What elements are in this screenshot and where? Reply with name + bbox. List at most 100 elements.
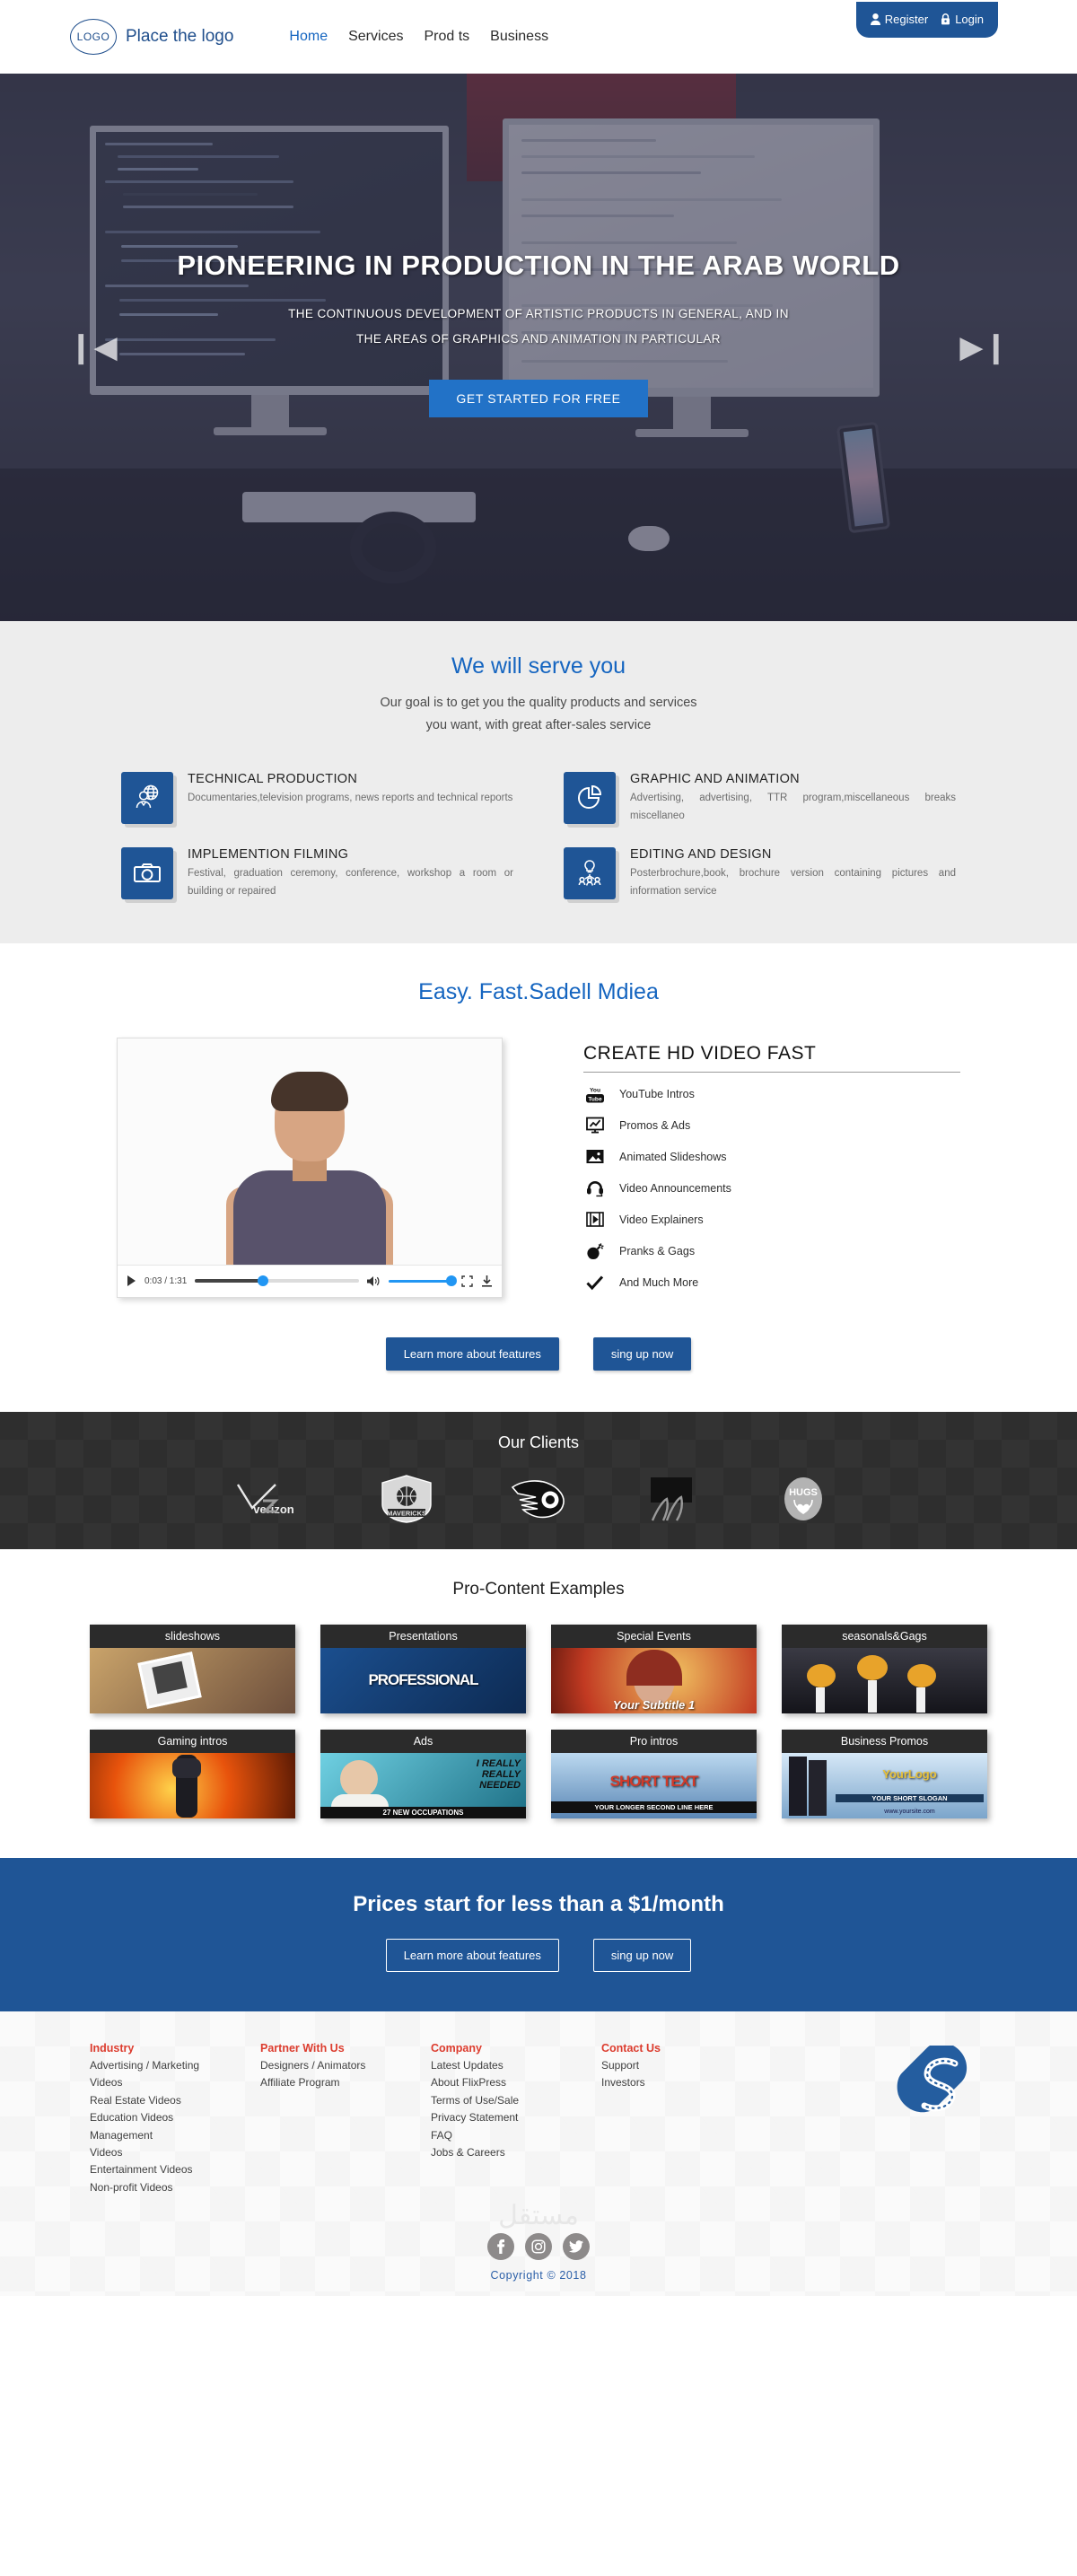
footer-column-contact: Contact Us Support Investors xyxy=(601,2042,745,2197)
footer-link[interactable]: Non-profit Videos xyxy=(90,2179,260,2196)
pie-chart-icon xyxy=(564,772,616,825)
hero-content: PIONEERING IN PRODUCTION IN THE ARAB WOR… xyxy=(0,74,1077,417)
bomb-icon xyxy=(583,1241,607,1261)
tile-thumbnail: PROFESSIONAL xyxy=(320,1647,526,1713)
tile-overlay-text: SHORT TEXT xyxy=(609,1772,699,1790)
service-description: Festival, graduation ceremony, conferenc… xyxy=(188,867,513,897)
feature-and-much-more[interactable]: And Much More xyxy=(583,1273,960,1292)
service-card-technical-production[interactable]: TECHNICAL PRODUCTION Documentaries,telev… xyxy=(121,772,513,825)
play-icon[interactable] xyxy=(127,1275,136,1287)
download-icon[interactable] xyxy=(481,1275,493,1287)
footer-column-title: Contact Us xyxy=(601,2041,661,2055)
learn-more-button[interactable]: Learn more about features xyxy=(385,1336,559,1371)
footer-link[interactable]: Real Estate Videos xyxy=(90,2092,260,2109)
nav-item-home[interactable]: Home xyxy=(289,29,328,45)
pricing-learn-more-button[interactable]: Learn more about features xyxy=(385,1938,559,1972)
check-icon xyxy=(583,1273,607,1292)
footer-link[interactable]: Advertising / Marketing xyxy=(90,2057,260,2074)
carousel-prev-icon[interactable]: ❙◀ xyxy=(68,329,118,365)
tile-special-events[interactable]: Special Events Your Subtitle 1 xyxy=(551,1624,757,1713)
footer-column-partner: Partner With Us Designers / Animators Af… xyxy=(260,2042,431,2197)
service-card-implemention-filming[interactable]: IMPLEMENTION FILMING Festival, graduatio… xyxy=(121,846,513,900)
tile-ads[interactable]: Ads I REALLY REALLY NEEDED 27 NEW OCCUPATI… xyxy=(320,1729,526,1818)
nav-item-business[interactable]: Business xyxy=(490,29,548,45)
nav-item-products[interactable]: Prod ts xyxy=(424,29,469,45)
hero-subtitle-line-2: THE AREAS OF GRAPHICS AND ANIMATION IN P… xyxy=(356,332,721,346)
svg-text:MAVERICKS: MAVERICKS xyxy=(387,1509,426,1517)
sign-up-button[interactable]: sing up now xyxy=(592,1336,692,1371)
feature-video-announcements[interactable]: Video Announcements xyxy=(583,1178,960,1198)
tile-caption: Gaming intros xyxy=(90,1729,295,1753)
footer-link[interactable]: About FlixPress xyxy=(431,2074,601,2091)
twitter-icon[interactable] xyxy=(563,2233,590,2261)
feature-animated-slideshows[interactable]: Animated Slideshows xyxy=(583,1147,960,1167)
tile-slideshows[interactable]: slideshows xyxy=(90,1624,295,1713)
site-logo[interactable]: LOGO Place the logo xyxy=(70,19,233,55)
main-menu: Home Services Prod ts Business xyxy=(289,29,548,45)
tile-caption: Business Promos xyxy=(782,1729,987,1753)
feature-video-explainers[interactable]: Video Explainers xyxy=(583,1210,960,1230)
dallas-mavericks-logo[interactable]: MAVERICKS xyxy=(357,1475,456,1523)
verizon-logo[interactable]: verizon xyxy=(224,1476,323,1522)
service-title: TECHNICAL PRODUCTION xyxy=(188,772,358,787)
footer-link[interactable]: Affiliate Program xyxy=(260,2074,431,2091)
hero-title: PIONEERING IN PRODUCTION IN THE ARAB WOR… xyxy=(177,250,900,281)
footer-link[interactable]: Education Videos xyxy=(90,2109,260,2126)
instagram-icon[interactable] xyxy=(525,2233,552,2261)
volume-slider[interactable] xyxy=(389,1275,457,1287)
tile-presentations[interactable]: Presentations PROFESSIONAL xyxy=(320,1624,526,1713)
feature-promos-ads[interactable]: Promos & Ads xyxy=(583,1116,960,1135)
tile-gaming-intros[interactable]: Gaming intros xyxy=(90,1729,295,1818)
video-section: Easy. Fast.Sadell Mdiea 0:03 / 1:31 CREA… xyxy=(0,942,1077,1412)
footer-link[interactable]: Privacy Statement xyxy=(431,2109,601,2126)
login-button[interactable]: Login xyxy=(941,13,984,26)
lock-icon xyxy=(941,13,950,25)
pricing-sign-up-button[interactable]: sing up now xyxy=(592,1938,692,1972)
video-player[interactable]: 0:03 / 1:31 xyxy=(117,1037,503,1298)
footer-link[interactable]: Videos xyxy=(90,2144,260,2161)
register-button[interactable]: Register xyxy=(870,13,928,26)
footer-columns: Industry Advertising / Marketing Videos … xyxy=(90,2042,987,2197)
video-time-display: 0:03 / 1:31 xyxy=(144,1275,188,1286)
eagle-logo[interactable] xyxy=(622,1476,721,1522)
footer-link[interactable]: Entertainment Videos xyxy=(90,2161,260,2178)
fullscreen-icon[interactable] xyxy=(461,1275,473,1287)
service-title: IMPLEMENTION FILMING xyxy=(188,846,349,862)
pro-content-grid: slideshows Presentations PROFESSIONAL Sp… xyxy=(90,1624,987,1818)
footer-link[interactable]: Support xyxy=(601,2057,745,2074)
carousel-next-icon[interactable]: ▶❙ xyxy=(959,329,1009,365)
service-card-editing-design[interactable]: EDITING AND DESIGN Posterbrochure,book, … xyxy=(564,846,956,900)
services-section: We will serve you Our goal is to get you… xyxy=(0,621,1077,943)
footer-link[interactable]: Investors xyxy=(601,2074,745,2091)
hugs-logo[interactable]: HUGS xyxy=(754,1476,853,1522)
footer-link[interactable]: Jobs & Careers xyxy=(431,2144,601,2161)
volume-icon[interactable] xyxy=(367,1275,381,1287)
tile-thumbnail: Your Subtitle 1 xyxy=(551,1647,757,1713)
footer-link[interactable]: Videos xyxy=(90,2074,260,2091)
footer-link[interactable]: Terms of Use/Sale xyxy=(431,2092,601,2109)
footer-column-company: Company Latest Updates About FlixPress T… xyxy=(431,2042,601,2197)
footer-link[interactable]: Designers / Animators xyxy=(260,2057,431,2074)
tile-caption: Ads xyxy=(320,1729,526,1753)
feature-pranks-gags[interactable]: Pranks & Gags xyxy=(583,1241,960,1261)
video-cta-buttons: Learn more about features sing up now xyxy=(0,1336,1077,1371)
tile-pro-intros[interactable]: Pro intros SHORT TEXT YOUR LONGER SECOND… xyxy=(551,1729,757,1818)
headset-icon xyxy=(583,1178,607,1198)
facebook-icon[interactable] xyxy=(487,2233,514,2261)
footer-link[interactable]: Management xyxy=(90,2127,260,2144)
philadelphia-flyers-logo[interactable] xyxy=(489,1476,588,1522)
service-description: Posterbrochure,book, brochure version co… xyxy=(630,867,956,897)
footer-link[interactable]: Latest Updates xyxy=(431,2057,601,2074)
tile-seasonals-gags[interactable]: seasonals&Gags xyxy=(782,1624,987,1713)
feature-youtube-intros[interactable]: You Tube YouTube Intros xyxy=(583,1084,960,1104)
video-progress-slider[interactable] xyxy=(195,1275,359,1287)
tile-business-promos[interactable]: Business Promos YourLogo YOUR SHORT SLOG… xyxy=(782,1729,987,1818)
nav-item-services[interactable]: Services xyxy=(348,29,403,45)
tile-overlay-text: Your Subtitle 1 xyxy=(612,1697,696,1712)
tile-thumbnail xyxy=(90,1752,295,1818)
service-card-graphic-animation[interactable]: GRAPHIC AND ANIMATION Advertising, adver… xyxy=(564,772,956,825)
get-started-button[interactable]: GET STARTED FOR FREE xyxy=(429,379,648,417)
footer-link[interactable]: FAQ xyxy=(431,2127,601,2144)
video-section-heading: Easy. Fast.Sadell Mdiea xyxy=(418,978,659,1004)
svg-text:You: You xyxy=(590,1087,600,1093)
